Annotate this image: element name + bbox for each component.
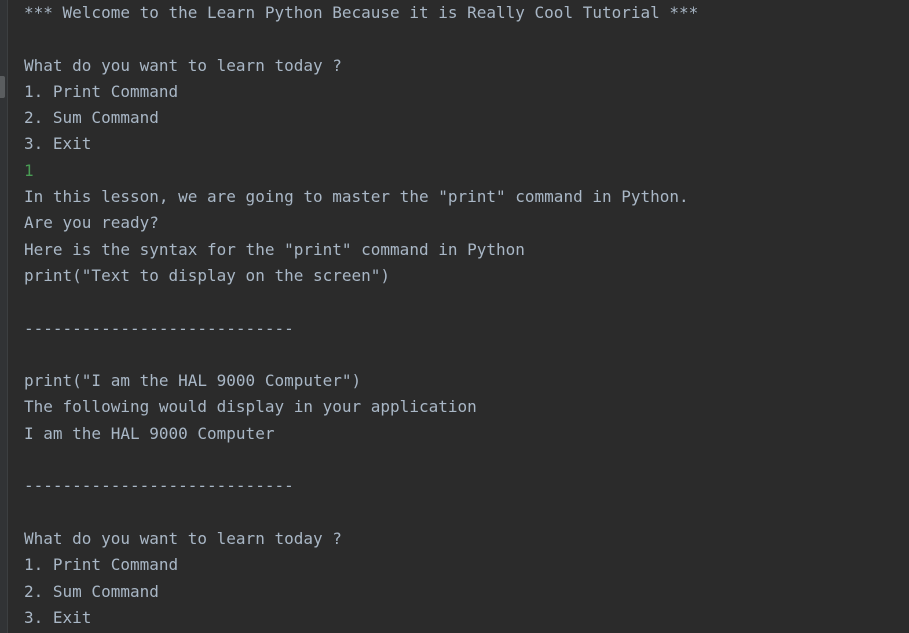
console-output-line: I am the HAL 9000 Computer (24, 423, 275, 443)
console-output-line: 1. Print Command (24, 555, 179, 575)
console-output-line: Are you ready? (24, 213, 159, 233)
console-output-line: ---------------------------- (24, 476, 294, 496)
console-output-line: print("Text to display on the screen") (24, 265, 391, 285)
console-output-line: 2. Sum Command (24, 108, 159, 128)
console-output-line: 3. Exit (24, 607, 92, 627)
console-output-line: What do you want to learn today ? (24, 55, 342, 75)
console-output-line: ---------------------------- (24, 318, 294, 338)
console-output-line: What do you want to learn today ? (24, 528, 342, 548)
console-output-line: print("I am the HAL 9000 Computer") (24, 371, 362, 391)
console-output-line: In this lesson, we are going to master t… (24, 187, 689, 207)
gutter-marker (0, 76, 5, 98)
console-output-line: Here is the syntax for the "print" comma… (24, 239, 525, 259)
console-output-line: *** Welcome to the Learn Python Because … (24, 3, 699, 22)
console-gutter (0, 0, 8, 633)
console-output-line: 1. Print Command (24, 81, 179, 101)
console-output-line: 2. Sum Command (24, 581, 159, 601)
console-output[interactable]: *** Welcome to the Learn Python Because … (24, 0, 909, 631)
console-output-line: The following would display in your appl… (24, 397, 477, 417)
console-user-input-line: 1 (24, 160, 34, 180)
console-output-line: 3. Exit (24, 134, 92, 154)
run-console[interactable]: *** Welcome to the Learn Python Because … (0, 0, 909, 633)
